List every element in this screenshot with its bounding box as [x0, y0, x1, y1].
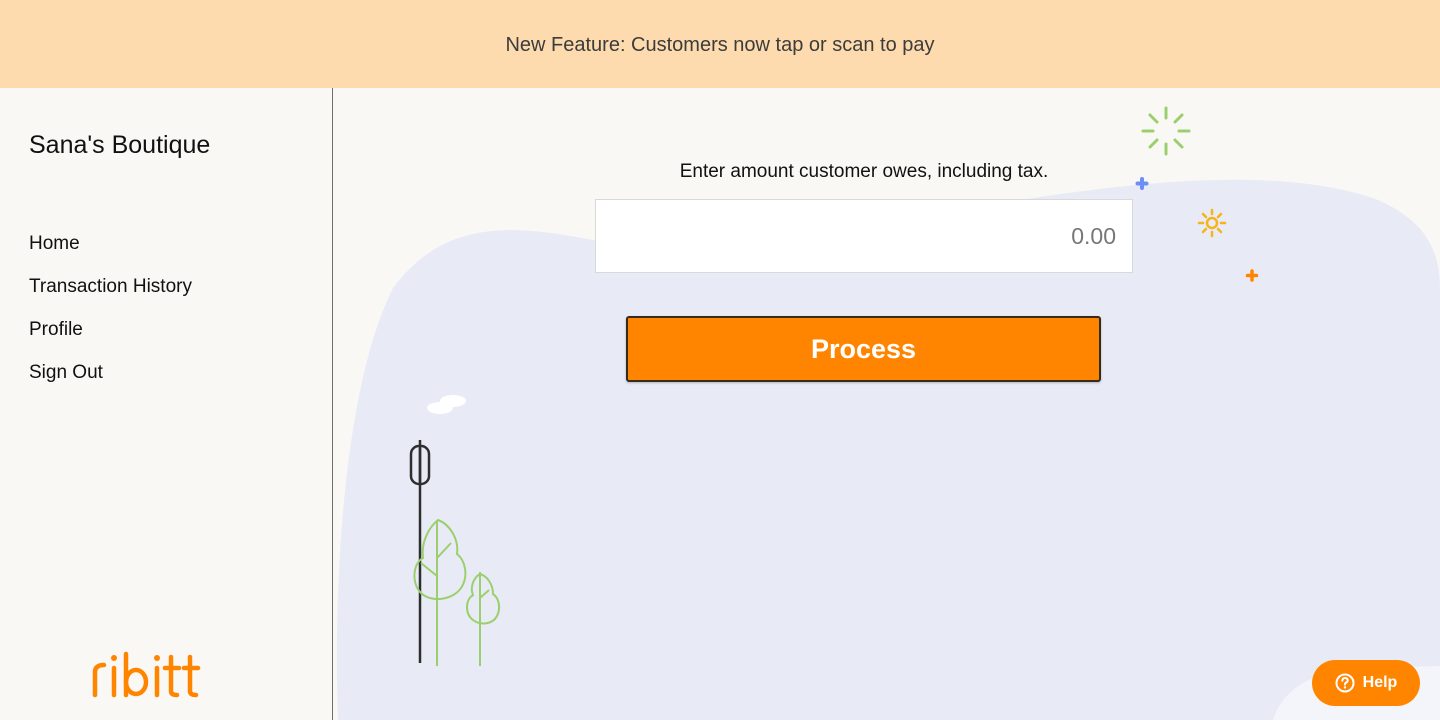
sparkle-burst-icon [1141, 106, 1191, 156]
store-name: Sana's Boutique [29, 131, 211, 159]
nav-item-transaction-history[interactable]: Transaction History [29, 276, 192, 319]
help-button[interactable]: Help [1312, 660, 1420, 706]
amount-input[interactable] [595, 199, 1133, 273]
nav-item-home[interactable]: Home [29, 233, 192, 276]
nav-item-sign-out[interactable]: Sign Out [29, 362, 192, 405]
ribitt-logo [92, 651, 201, 698]
announcement-banner: New Feature: Customers now tap or scan t… [0, 0, 1440, 88]
main-panel: Enter amount customer owes, including ta… [333, 88, 1440, 720]
help-label: Help [1362, 674, 1398, 691]
sidebar-nav: Home Transaction History Profile Sign Ou… [29, 233, 192, 405]
amount-prompt: Enter amount customer owes, including ta… [679, 161, 1049, 182]
banner-text: New Feature: Customers now tap or scan t… [505, 33, 935, 56]
process-button[interactable]: Process [626, 316, 1101, 382]
sidebar: Sana's Boutique Home Transaction History… [0, 88, 333, 720]
nav-item-profile[interactable]: Profile [29, 319, 192, 362]
question-circle-icon [1335, 673, 1355, 693]
